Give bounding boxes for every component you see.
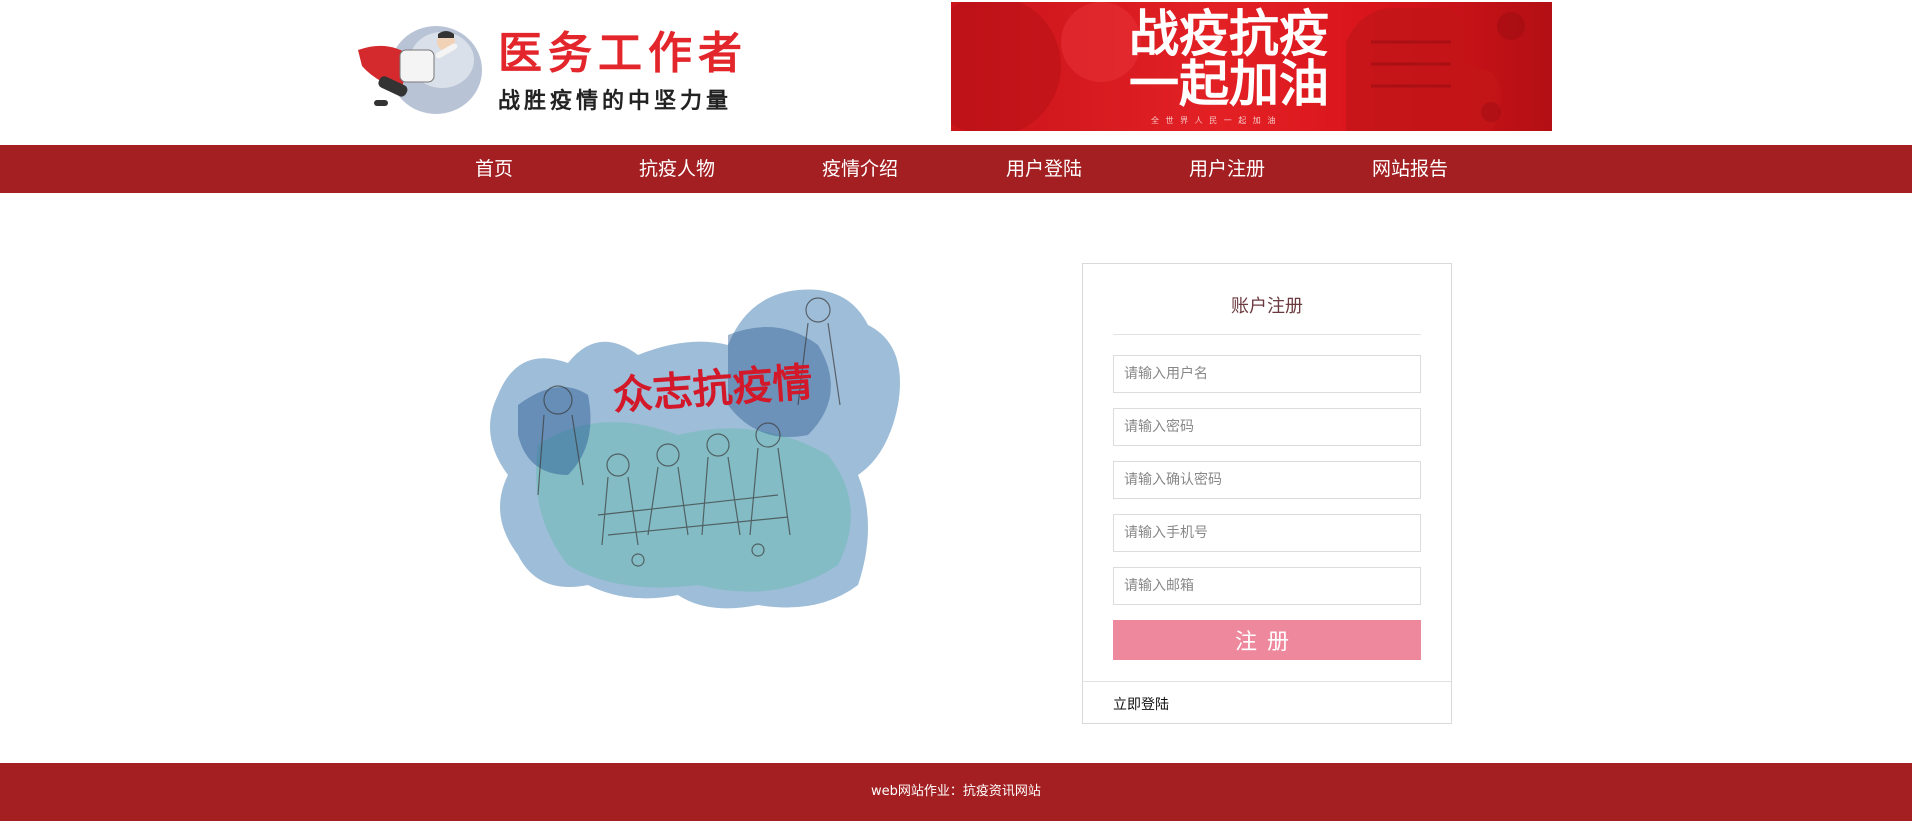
banner-small-text: 全 世 界 人 民 一 起 加 油 [1151,116,1278,125]
form-divider [1113,334,1421,335]
phone-input[interactable] [1113,514,1421,552]
header-banner: 战疫抗疫 一起加油 全 世 界 人 民 一 起 加 油 [951,2,1552,131]
register-button[interactable]: 注册 [1113,620,1421,660]
logo-subtitle: 战胜疫情的中坚力量 [498,89,733,114]
email-input[interactable] [1113,567,1421,605]
username-input[interactable] [1113,355,1421,393]
login-now-link[interactable]: 立即登陆 [1113,694,1169,714]
site-header: 医务工作者 战胜疫情的中坚力量 战疫抗疫 一起加油 全 世 界 人 民 一 起 … [0,0,1912,145]
nav-item-login[interactable]: 用户登陆 [984,145,1104,193]
anti-epidemic-illustration: 众志抗疫情 [478,285,908,615]
logo-title: 医务工作者 [498,28,748,79]
doctor-hero-logo-icon [358,26,482,114]
watercolor-medics-image: 众志抗疫情 [490,289,900,609]
nav-item-epidemic[interactable]: 疫情介绍 [800,145,920,193]
footer-text: web网站作业：抗疫资讯网站 [871,784,1041,799]
site-logo[interactable]: 医务工作者 战胜疫情的中坚力量 [356,20,748,120]
main-nav: 首页 抗疫人物 疫情介绍 用户登陆 用户注册 网站报告 [0,145,1912,193]
nav-item-register[interactable]: 用户注册 [1167,145,1287,193]
confirm-password-input[interactable] [1113,461,1421,499]
form-title: 账户注册 [1231,296,1303,317]
banner-line-2: 一起加油 [1129,54,1329,113]
form-footer-divider [1083,681,1451,682]
nav-item-heroes[interactable]: 抗疫人物 [617,145,737,193]
site-footer: web网站作业：抗疫资讯网站 [0,763,1912,821]
nav-item-report[interactable]: 网站报告 [1350,145,1470,193]
password-input[interactable] [1113,408,1421,446]
nav-item-home[interactable]: 首页 [434,145,554,193]
register-form: 账户注册 注册 立即登陆 [1082,263,1452,724]
